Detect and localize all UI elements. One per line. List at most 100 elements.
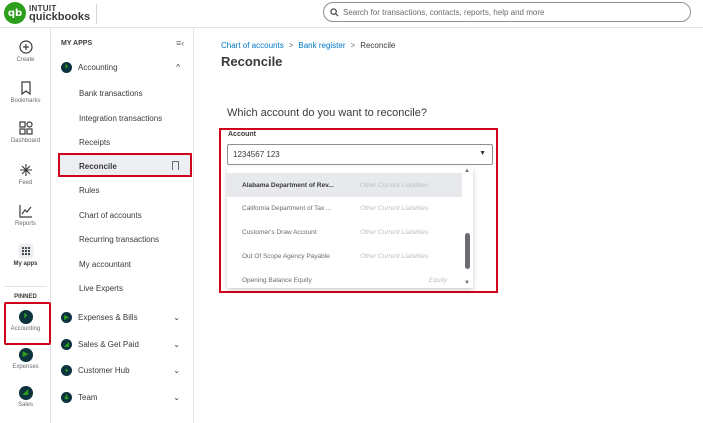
option-name: Out Of Scope Agency Payable	[242, 252, 330, 260]
breadcrumb: Chart of accounts > Bank register > Reconcil…	[221, 41, 395, 50]
logo-quickbooks-text: quickbooks	[29, 11, 91, 23]
menu-group-customer-hub[interactable]: ● Customer Hub ⌄	[61, 365, 186, 376]
search-icon	[330, 7, 339, 16]
option-type: Equity	[428, 276, 447, 284]
dropdown-option[interactable]: California Department of Tax ... Other C…	[227, 196, 462, 220]
bookmark-icon[interactable]	[172, 161, 179, 170]
menu-group-label: Customer Hub	[78, 366, 130, 375]
chevron-up-icon: ^	[176, 63, 180, 72]
expenses-app-icon: ▶	[61, 312, 72, 323]
menu-item-receipts[interactable]: Receipts	[79, 138, 110, 147]
bookmark-icon	[20, 81, 31, 96]
breadcrumb-bank-register[interactable]: Bank register	[298, 41, 345, 50]
menu-group-team[interactable]: ♟ Team ⌄	[61, 392, 186, 403]
breadcrumb-chart-of-accounts[interactable]: Chart of accounts	[221, 41, 284, 50]
menu-item-rules[interactable]: Rules	[79, 186, 99, 195]
menu-item-live-experts[interactable]: Live Experts	[79, 284, 123, 293]
account-dropdown-list: Alabama Department of Rev... Other Curre…	[227, 167, 473, 288]
menu-group-accounting[interactable]: ⏵ Accounting ^	[61, 62, 186, 73]
dropdown-scrollbar[interactable]: ▲ ▼	[462, 167, 473, 288]
menu-item-reconcile[interactable]: Reconcile	[79, 162, 117, 171]
app-menu-panel: MY APPS ≡‹ ⏵ Accounting ^	[52, 28, 194, 423]
dropdown-option[interactable]: Out Of Scope Agency Payable Other Curren…	[227, 244, 462, 268]
option-name: California Department of Tax ...	[242, 204, 332, 212]
grid-icon	[18, 243, 33, 259]
rail-feed[interactable]: Feed	[0, 162, 51, 186]
option-name: Opening Balance Equity	[242, 276, 312, 284]
rail-label: My apps	[13, 261, 38, 267]
sales-app-icon: ◢	[18, 386, 33, 400]
menu-item-bank-transactions[interactable]: Bank transactions	[79, 89, 143, 98]
rail-label: Feed	[18, 180, 33, 186]
chevron-down-icon: ⌄	[173, 340, 180, 349]
menu-header: MY APPS	[61, 40, 93, 47]
rail-label: Reports	[14, 221, 36, 227]
sales-app-icon: ◢	[61, 339, 72, 350]
quickbooks-logo[interactable]: qb INTUIT quickbooks	[4, 2, 90, 24]
option-name: Customer's Draw Account	[242, 228, 317, 236]
left-rail: Create Bookmarks Dashboard Feed Reports …	[0, 28, 51, 423]
rail-sales[interactable]: ◢ Sales	[0, 386, 51, 408]
menu-item-chart-of-accounts[interactable]: Chart of accounts	[79, 211, 142, 220]
accounting-highlight-box	[4, 302, 51, 345]
page-title: Reconcile	[221, 54, 283, 69]
breadcrumb-separator: >	[350, 41, 356, 50]
rail-label: Dashboard	[10, 138, 41, 144]
logo-mark: qb	[4, 2, 26, 24]
search-bar[interactable]	[323, 2, 691, 22]
scroll-up-icon[interactable]: ▲	[464, 168, 470, 174]
plus-circle-icon	[18, 40, 33, 54]
reconcile-question: Which account do you want to reconcile?	[227, 107, 427, 119]
chevron-down-icon: ⌄	[173, 366, 180, 375]
rail-dashboard[interactable]: Dashboard	[0, 120, 51, 144]
option-type: Other Current Liabilities	[360, 252, 429, 260]
chevron-down-icon: ⌄	[173, 393, 180, 402]
account-select[interactable]: 1234567 123 ▼	[227, 144, 493, 165]
pinned-label: PINNED	[14, 294, 37, 300]
menu-group-label: Sales & Get Paid	[78, 340, 139, 349]
sparkle-icon	[19, 164, 32, 176]
collapse-menu-icon[interactable]: ≡‹	[176, 38, 184, 48]
account-label: Account	[228, 131, 256, 138]
dropdown-option[interactable]: Opening Balance Equity Equity	[227, 268, 462, 288]
expenses-app-icon: ▶	[18, 348, 33, 362]
option-name: Alabama Department of Rev...	[242, 181, 334, 189]
rail-label: Sales	[17, 402, 33, 408]
dropdown-option[interactable]: Customer's Draw Account Other Current Li…	[227, 220, 462, 244]
menu-group-label: Accounting	[78, 63, 118, 72]
menu-group-label: Team	[78, 393, 98, 402]
search-input[interactable]	[343, 7, 673, 17]
menu-group-expenses-bills[interactable]: ▶ Expenses & Bills ⌄	[61, 312, 186, 323]
customer-hub-icon: ●	[61, 365, 72, 376]
caret-down-icon[interactable]: ▼	[479, 150, 486, 157]
option-type: Other Current Liabilities	[360, 181, 429, 189]
chevron-down-icon: ⌄	[173, 313, 180, 322]
rail-reports[interactable]: Reports	[0, 203, 51, 227]
rail-my-apps[interactable]: My apps	[0, 243, 51, 267]
menu-item-integration-transactions[interactable]: Integration transactions	[79, 114, 162, 123]
option-type: Other Current Liabilities	[360, 204, 429, 212]
rail-bookmarks[interactable]: Bookmarks	[0, 80, 51, 104]
account-select-value: 1234567 123	[233, 150, 280, 159]
top-bar: qb INTUIT quickbooks	[0, 0, 703, 28]
breadcrumb-separator: >	[288, 41, 294, 50]
option-type: Other Current Liabilities	[360, 228, 429, 236]
chart-icon	[18, 205, 32, 218]
menu-item-recurring-transactions[interactable]: Recurring transactions	[79, 235, 159, 244]
rail-create[interactable]: Create	[0, 39, 51, 63]
rail-label: Create	[16, 57, 35, 63]
menu-item-my-accountant[interactable]: My accountant	[79, 260, 131, 269]
rail-label: Bookmarks	[10, 98, 41, 104]
team-icon: ♟	[61, 392, 72, 403]
breadcrumb-current: Reconcile	[360, 41, 396, 50]
dashboard-icon	[18, 121, 33, 135]
scroll-down-icon[interactable]: ▼	[464, 280, 470, 286]
logo-divider	[96, 4, 97, 24]
accounting-app-icon: ⏵	[61, 62, 72, 73]
menu-group-sales[interactable]: ◢ Sales & Get Paid ⌄	[61, 339, 186, 350]
company-name-area[interactable]	[98, 5, 230, 27]
rail-expenses[interactable]: ▶ Expenses	[0, 348, 51, 370]
scrollbar-thumb[interactable]	[465, 233, 470, 269]
dropdown-option[interactable]: Alabama Department of Rev... Other Curre…	[227, 173, 462, 197]
rail-divider	[4, 286, 47, 287]
